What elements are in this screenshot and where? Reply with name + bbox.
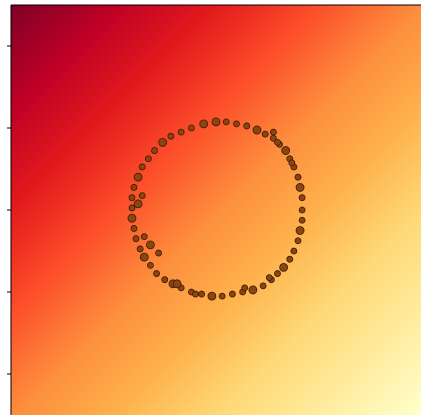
scatter-point [132,235,140,243]
scatter-point [295,183,305,192]
scatter-point [198,290,206,298]
scatter-point [261,130,269,138]
scatter-point [138,163,146,171]
scatter-point [158,137,168,147]
scatter-point [298,206,306,214]
scatter-point [153,270,160,277]
scatter-point [218,292,226,300]
scatter-point [211,117,221,127]
scatter-point [243,122,251,130]
scatter-point [233,120,240,128]
scatter-point [167,132,175,140]
scatter-point [252,125,262,135]
scatter-point [288,159,296,167]
scatter-point [294,237,302,245]
scatter-point [144,155,152,163]
scatter-point [241,284,249,292]
scatter-point [128,204,136,212]
scatter-point [281,146,291,155]
scatter-point [199,119,209,129]
scatter-point [127,213,137,223]
scatter-point [279,262,289,272]
scatter-point [139,252,149,262]
scatter-point [274,138,281,146]
scatter-point [172,279,182,289]
scatter-point [136,245,144,253]
scatter-point [161,276,169,284]
scatter-points [127,117,306,301]
chart [0,0,422,418]
scatter-point [130,225,138,232]
scatter-point [145,240,155,250]
scatter-point [248,285,258,295]
scatter-point [128,194,136,202]
scatter-point [155,249,163,257]
scatter-point [295,226,305,235]
scatter-point [130,184,138,191]
scatter-point [222,118,230,126]
scatter-overlay [7,4,421,415]
scatter-point [269,128,277,136]
scatter-point [259,282,267,290]
axes [7,4,421,415]
scatter-point [133,199,143,209]
scatter-point [274,270,281,277]
scatter-point [192,290,199,298]
scatter-point [177,128,185,136]
scatter-point [298,216,306,224]
scatter-point [298,194,306,202]
scatter-point [207,291,217,301]
scatter-point [140,233,148,241]
scatter-point [133,172,143,182]
scatter-point [290,247,298,255]
scatter-point [265,274,273,282]
scatter-point [146,261,154,269]
scatter-point [228,290,236,298]
scatter-point [286,255,294,263]
scatter-point [138,192,146,200]
scatter-point [187,124,195,132]
scatter-point [294,173,302,181]
scatter-point [151,147,158,154]
